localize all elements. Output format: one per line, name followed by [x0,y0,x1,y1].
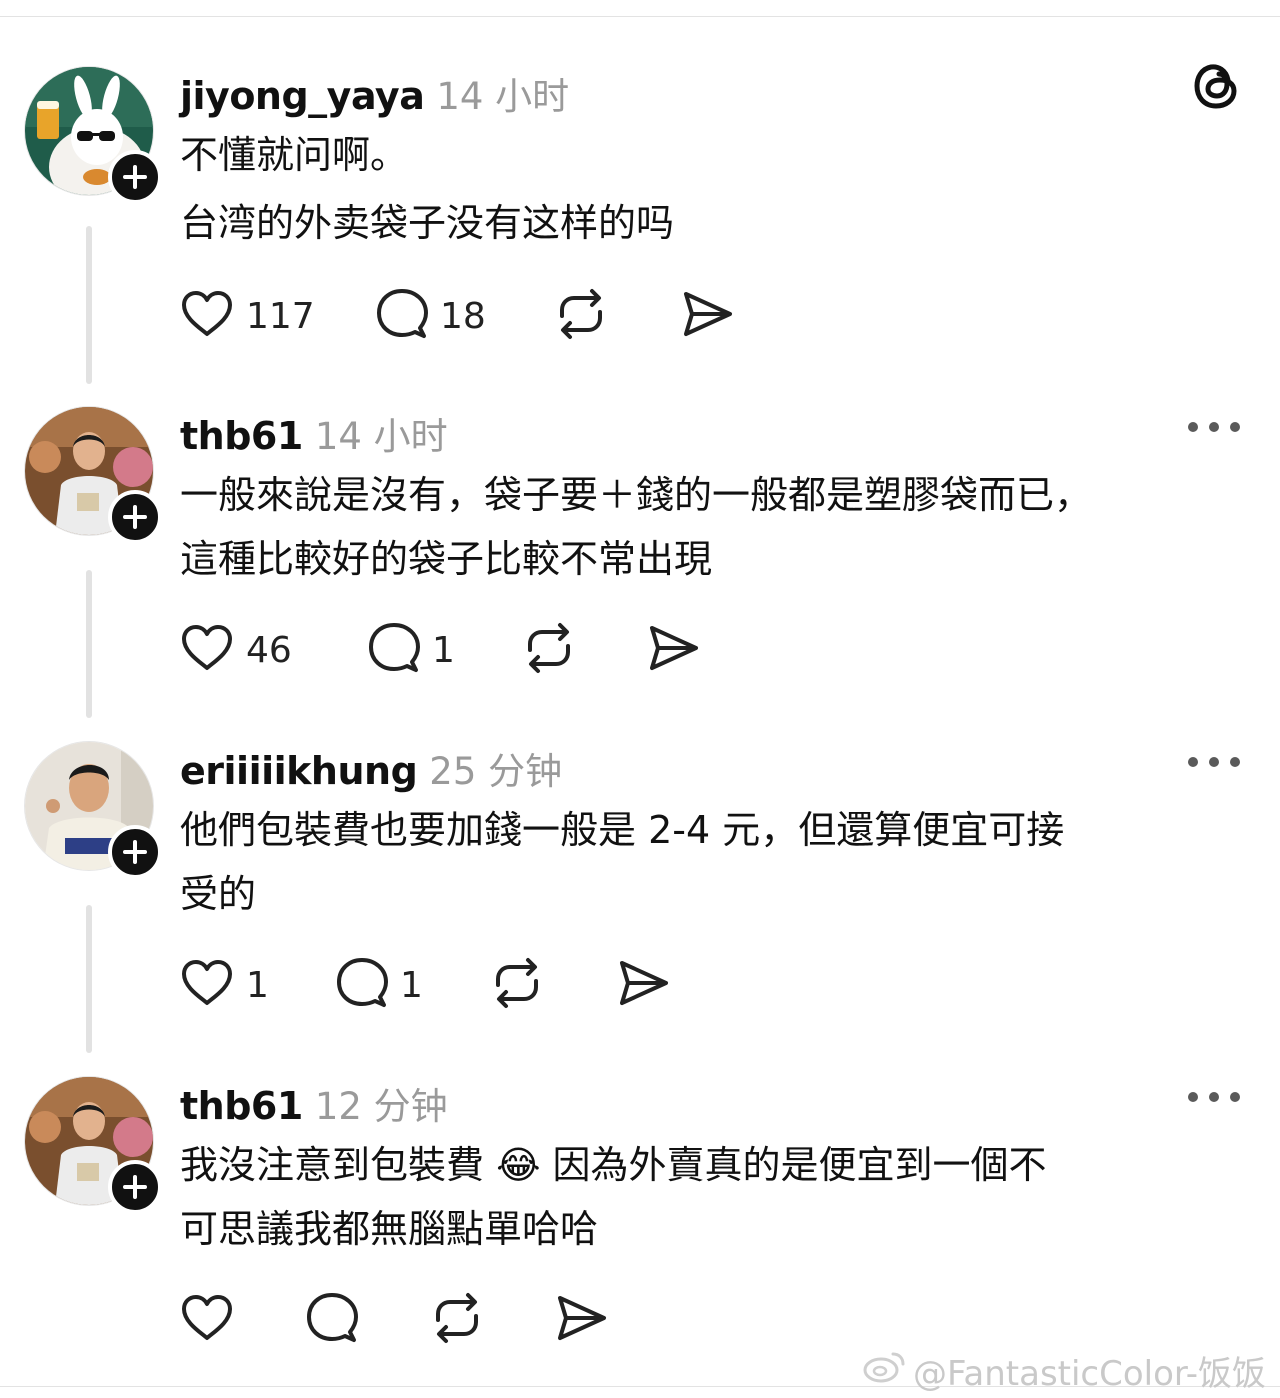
reply-button[interactable]: 18 [376,288,486,344]
post-text-line: 一般來說是沒有，袋子要＋錢的一般都是塑膠袋而已， [180,473,1093,517]
weibo-icon [863,1348,913,1393]
avatar-eriiiiikhung[interactable] [24,741,162,879]
share-button[interactable] [554,1292,608,1348]
top-divider [0,16,1280,17]
timestamp: 25 分钟 [429,750,563,793]
heart-icon [180,1293,234,1347]
avatar-thb61[interactable] [24,1076,162,1214]
like-button[interactable]: 46 [180,622,292,678]
repost-icon [430,1292,484,1348]
username[interactable]: thb61 [180,1084,303,1128]
timestamp: 14 小时 [436,75,570,118]
thread-connector [86,570,92,718]
watermark: @FantasticColor-饭饭 [863,1346,1266,1395]
reply-button[interactable]: 1 [336,957,423,1013]
reply-count: 18 [440,295,486,337]
post-text-line: 這種比較好的袋子比較不常出現 [180,537,713,581]
more-options-button[interactable] [1188,1090,1240,1104]
post-text-line: 台湾的外卖袋子没有这样的吗 [180,201,675,245]
more-options-button[interactable] [1188,755,1240,769]
comment-icon [376,288,428,344]
share-button[interactable] [680,288,734,344]
share-button[interactable] [616,957,670,1013]
username[interactable]: thb61 [180,414,303,458]
post-text-line: 不懂就问啊。 [180,133,409,177]
timestamp: 12 分钟 [314,1085,448,1128]
more-icon [1188,1092,1198,1102]
heart-icon [180,289,234,343]
thread-connector [86,226,92,384]
post-text-line: 我沒注意到包裝費 😂 因為外賣真的是便宜到一個不 [180,1143,1047,1187]
follow-plus-icon[interactable] [108,490,162,544]
more-options-button[interactable] [1188,420,1240,434]
repost-icon [522,622,576,678]
like-button[interactable]: 117 [180,288,315,344]
comment-icon [306,1292,358,1348]
more-icon [1188,422,1198,432]
like-count: 46 [246,629,292,671]
timestamp: 14 小时 [314,415,448,458]
heart-icon [180,958,234,1012]
repost-button[interactable] [490,957,544,1013]
repost-icon [554,288,608,344]
follow-plus-icon[interactable] [108,1160,162,1214]
share-icon [680,289,734,343]
reply-button[interactable] [306,1292,358,1348]
comment-icon [368,622,420,678]
share-icon [616,958,670,1012]
share-button[interactable] [646,622,700,678]
watermark-text: @FantasticColor-饭饭 [912,1354,1266,1394]
post-text-line: 受的 [180,872,257,916]
reply-button[interactable]: 1 [368,622,455,678]
reply-count: 1 [400,964,423,1006]
follow-plus-icon[interactable] [108,150,162,204]
username[interactable]: eriiiiikhung [180,749,418,793]
username[interactable]: jiyong_yaya [180,74,425,118]
avatar-jiyong-yaya[interactable] [24,66,162,204]
threads-logo-icon[interactable] [1192,58,1242,112]
repost-button[interactable] [522,622,576,678]
repost-button[interactable] [430,1292,484,1348]
like-count: 117 [246,295,315,337]
avatar-thb61[interactable] [24,406,162,544]
like-count: 1 [246,964,269,1006]
share-icon [646,623,700,677]
more-icon [1188,757,1198,767]
thread-connector [86,905,92,1053]
like-button[interactable] [180,1292,234,1348]
follow-plus-icon[interactable] [108,825,162,879]
comment-icon [336,957,388,1013]
post-text-line: 可思議我都無腦點單哈哈 [180,1207,599,1251]
like-button[interactable]: 1 [180,957,269,1013]
post-text-line: 他們包裝費也要加錢一般是 2-4 元，但還算便宜可接 [180,808,1065,852]
reply-count: 1 [432,629,455,671]
repost-button[interactable] [554,288,608,344]
repost-icon [490,957,544,1013]
heart-icon [180,623,234,677]
share-icon [554,1293,608,1347]
